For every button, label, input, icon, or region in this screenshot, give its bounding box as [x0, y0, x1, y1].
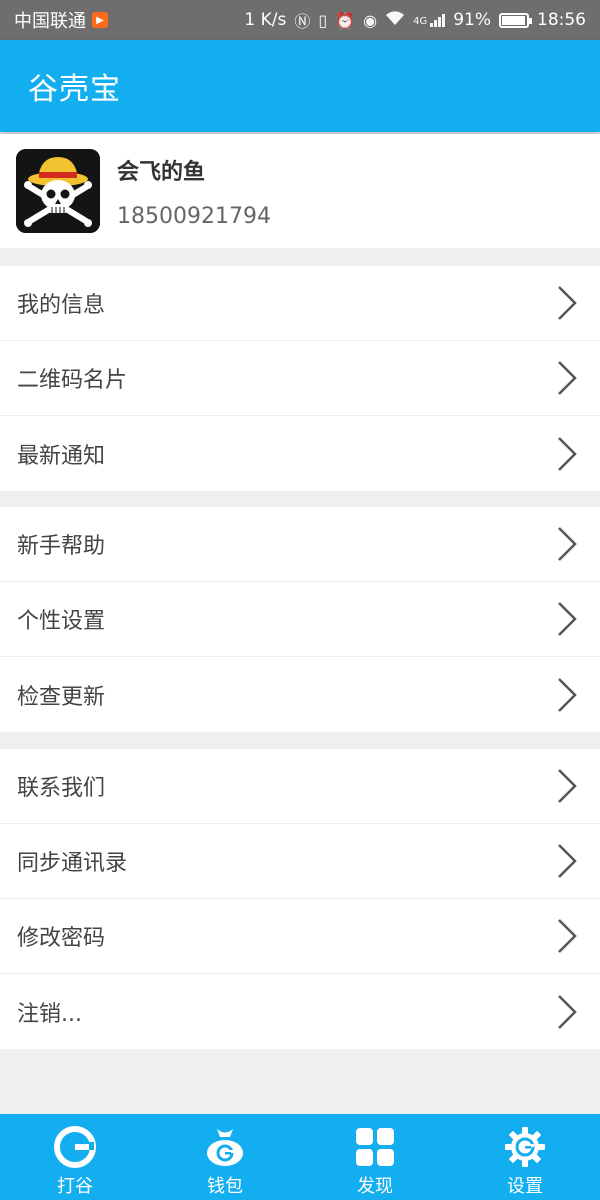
network-type: 4G	[413, 15, 428, 27]
chevron-right-icon	[558, 677, 577, 712]
menu-item-notifications[interactable]: 最新通知	[0, 416, 600, 491]
skull-avatar-icon	[16, 149, 100, 233]
menu-item-label: 同步通讯录	[17, 851, 128, 876]
menu-item-label: 新手帮助	[17, 534, 106, 559]
video-app-icon: ▶	[92, 12, 108, 28]
avatar[interactable]	[16, 149, 100, 233]
menu-item-label: 二维码名片	[17, 368, 128, 393]
menu-item-label: 个性设置	[17, 609, 106, 634]
carrier-label: 中国联通	[14, 11, 86, 32]
menu-item-contact-us[interactable]: 联系我们	[0, 749, 600, 824]
menu-group-app: 新手帮助 个性设置 检查更新	[0, 507, 600, 732]
app-bar: 谷壳宝	[0, 40, 600, 132]
chevron-right-icon	[558, 919, 577, 953]
menu-item-label: 联系我们	[17, 776, 106, 801]
g-logo-icon	[54, 1126, 96, 1168]
chevron-right-icon	[558, 602, 577, 636]
menu-item-label: 我的信息	[17, 293, 106, 318]
menu-item-help[interactable]: 新手帮助	[0, 507, 600, 582]
chevron-right-icon	[558, 436, 577, 471]
app-title: 谷壳宝	[28, 72, 121, 107]
alarm-icon: ⏰	[335, 10, 356, 30]
menu-item-label: 最新通知	[17, 443, 106, 469]
wifi-icon	[385, 10, 405, 30]
gear-icon	[505, 1127, 545, 1167]
eye-icon: ◉	[363, 10, 378, 30]
cellular-signal-icon: 4G	[413, 13, 446, 27]
clock: 18:56	[537, 10, 586, 30]
nav-tab-label: 打谷	[57, 1176, 93, 1197]
bottom-nav: 打谷 钱包 发现 设置	[0, 1114, 600, 1200]
menu-item-my-info[interactable]: 我的信息	[0, 266, 600, 341]
menu-item-label: 修改密码	[17, 926, 106, 951]
nav-tab-label: 钱包	[207, 1176, 243, 1197]
chevron-right-icon	[558, 361, 577, 395]
menu-item-change-password[interactable]: 修改密码	[0, 899, 600, 974]
vibrate-icon: ▯	[318, 10, 328, 30]
nav-tab-discover[interactable]: 发现	[300, 1114, 450, 1200]
chevron-right-icon	[558, 994, 577, 1029]
menu-item-personalize[interactable]: 个性设置	[0, 582, 600, 657]
chevron-right-icon	[558, 527, 577, 561]
profile-name: 会飞的鱼	[117, 160, 206, 185]
status-bar-left: 中国联通 ▶	[14, 7, 108, 33]
nav-tab-label: 发现	[357, 1176, 393, 1197]
battery-icon	[499, 12, 532, 28]
menu-item-qr-card[interactable]: 二维码名片	[0, 341, 600, 416]
nav-tab-wallet[interactable]: 钱包	[150, 1114, 300, 1200]
network-speed: 1 K/s	[244, 10, 287, 30]
chevron-right-icon	[558, 844, 577, 878]
chevron-right-icon	[558, 769, 577, 803]
menu-item-check-update[interactable]: 检查更新	[0, 657, 600, 732]
menu-item-logout[interactable]: 注销...	[0, 974, 600, 1049]
battery-percent: 91%	[453, 10, 491, 30]
menu-group-account: 我的信息 二维码名片 最新通知	[0, 266, 600, 491]
menu-item-label: 检查更新	[17, 684, 106, 710]
status-bar-right: 1 K/s Ⓝ ▯ ⏰ ◉ 4G 91% 18:56	[244, 8, 586, 32]
nav-tab-settings[interactable]: 设置	[450, 1114, 600, 1200]
profile-phone: 18500921794	[117, 204, 271, 229]
status-bar: 中国联通 ▶ 1 K/s Ⓝ ▯ ⏰ ◉ 4G 91% 18:56	[0, 0, 600, 40]
profile-card[interactable]: 会飞的鱼 18500921794	[0, 134, 600, 248]
wallet-bag-icon	[207, 1129, 243, 1166]
nav-tab-dagu[interactable]: 打谷	[0, 1114, 150, 1200]
menu-item-sync-contacts[interactable]: 同步通讯录	[0, 824, 600, 899]
menu-group-misc: 联系我们 同步通讯录 修改密码 注销...	[0, 749, 600, 1049]
grid-icon	[356, 1128, 394, 1166]
menu-item-label: 注销...	[17, 1001, 82, 1027]
chevron-right-icon	[558, 286, 577, 320]
nav-tab-label: 设置	[507, 1176, 543, 1197]
nfc-icon: Ⓝ	[294, 12, 311, 31]
